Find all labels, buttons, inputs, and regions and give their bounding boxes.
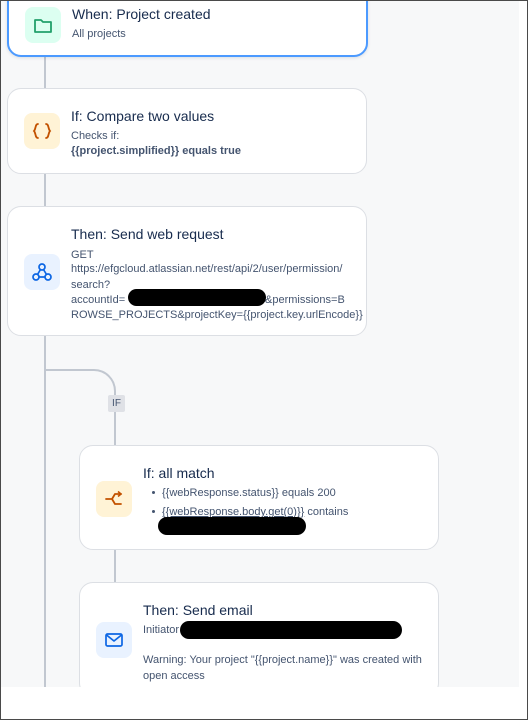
mail-icon — [96, 622, 132, 658]
compare-condition-card[interactable]: If: Compare two values Checks if: {{proj… — [7, 88, 367, 174]
send-email-card[interactable]: Then: Send email Initiator Warning: Your… — [79, 582, 439, 687]
rule-canvas[interactable]: IF When: Project created All projects If… — [1, 1, 519, 687]
condition-item: {{webResponse.status}} equals 200 — [152, 484, 348, 503]
automation-rule-frame: IF When: Project created All projects If… — [0, 0, 528, 720]
web-request-url-line2: search? — [71, 279, 111, 291]
email-recipient-label: Initiator — [143, 624, 180, 636]
connector-line — [44, 57, 46, 89]
right-edge — [519, 1, 527, 687]
folder-icon — [25, 7, 61, 43]
web-request-url-line4: ROWSE_PROJECTS&projectKey={{project.key.… — [71, 309, 363, 321]
bottom-bar — [1, 687, 527, 719]
condition-title: If: Compare two values — [71, 108, 215, 124]
trigger-subtitle: All projects — [72, 28, 126, 40]
all-match-title: If: all match — [143, 465, 215, 481]
send-email-title: Then: Send email — [143, 602, 253, 618]
web-request-url-line3-suffix: &permissions=B — [265, 294, 345, 306]
web-request-card[interactable]: Then: Send web request GET https://efgcl… — [7, 206, 367, 336]
email-message: Warning: Your project "{{project.name}}"… — [143, 654, 422, 682]
webhook-icon — [24, 254, 60, 290]
web-request-url-line1: https://efgcloud.atlassian.net/rest/api/… — [71, 263, 343, 275]
curly-braces-icon — [24, 113, 60, 149]
condition-operator: contains — [304, 506, 349, 518]
branch-icon — [96, 481, 132, 517]
if-branch-badge[interactable]: IF — [108, 395, 125, 412]
trigger-card[interactable]: When: Project created All projects — [7, 1, 368, 57]
redacted-value — [158, 517, 306, 535]
condition-checks-label: Checks if: — [71, 130, 120, 142]
connector-line — [114, 549, 116, 583]
connector-line — [44, 173, 46, 207]
trigger-title: When: Project created — [72, 6, 211, 22]
web-request-title: Then: Send web request — [71, 226, 224, 242]
branch-connector — [44, 369, 116, 399]
condition-expression: {{project.simplified}} equals true — [71, 145, 241, 157]
web-request-url-line3-prefix: accountId= — [71, 294, 126, 306]
condition-text: {{webResponse.status}} equals 200 — [162, 487, 336, 499]
redacted-account-id — [128, 289, 266, 306]
all-match-condition-card[interactable]: If: all match {{webResponse.status}} equ… — [79, 445, 439, 550]
redacted-recipients — [180, 621, 402, 639]
